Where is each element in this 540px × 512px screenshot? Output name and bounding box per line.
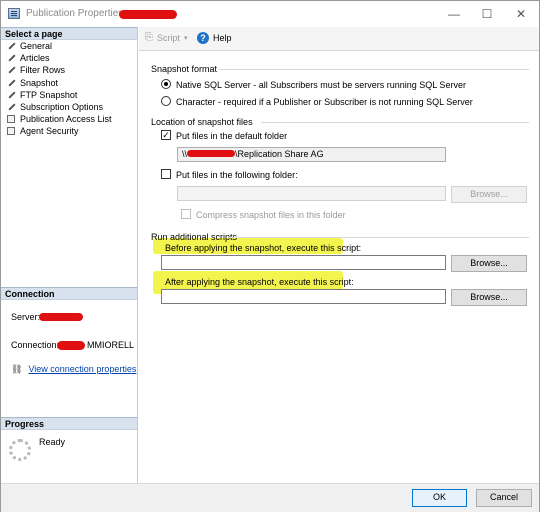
wrench-icon [7, 66, 15, 74]
ok-button[interactable]: OK [412, 489, 467, 507]
server-row: Server: [1, 310, 137, 324]
group-divider [219, 69, 529, 70]
character-format-radio[interactable] [161, 96, 171, 106]
character-format-label: Character - required if a Publisher or S… [176, 97, 473, 107]
sidebar-item-label: Subscription Options [20, 102, 104, 113]
sidebar-item-label: General [20, 41, 53, 52]
help-button[interactable]: ? Help [197, 32, 232, 44]
connection-value: MMIORELL [87, 340, 135, 350]
sidebar-item-label: Articles [20, 53, 50, 64]
title-bar[interactable]: Publication Properties — ☐ ✕ [1, 1, 539, 27]
publication-icon [8, 8, 20, 19]
sidebar-item-subscription-options[interactable]: Subscription Options [1, 101, 137, 113]
group-divider [229, 237, 529, 238]
progress-status: Ready [39, 437, 66, 447]
native-format-radio[interactable] [161, 79, 171, 89]
sidebar-item-label: Snapshot [20, 77, 59, 88]
before-browse-button[interactable]: Browse... [451, 255, 527, 272]
chevron-down-icon[interactable]: ▾ [184, 34, 188, 42]
compress-checkbox[interactable] [181, 209, 191, 219]
view-connection-row: ⛓ View connection properties [1, 362, 137, 376]
close-button[interactable]: ✕ [506, 5, 536, 23]
window-title: Publication Properties [26, 8, 124, 19]
sidebar-item-label: FTP Snapshot [20, 89, 78, 100]
page-list: General Articles Filter Rows Snapshot FT… [1, 40, 137, 138]
connection-header: Connection [1, 287, 137, 300]
connection-row: Connection: MMIORELL [1, 338, 137, 352]
following-folder-input[interactable] [177, 186, 446, 201]
sidebar-item-label: Agent Security [20, 126, 79, 137]
browse-folder-button[interactable]: Browse... [451, 186, 527, 203]
dialog-footer: OK Cancel [1, 483, 539, 512]
redaction-mark [39, 313, 83, 321]
progress-header: Progress [1, 417, 137, 430]
toolbar: ⎘ Script ▾ ? Help [139, 27, 539, 51]
wrench-icon [7, 91, 15, 99]
help-icon: ? [197, 32, 209, 44]
snapshot-page-content: Snapshot format Native SQL Server - all … [139, 52, 539, 485]
sidebar-item-ftp-snapshot[interactable]: FTP Snapshot [1, 89, 137, 101]
connection-properties-icon: ⛓ [11, 364, 23, 374]
default-folder-path: \\ \Replication Share AG [177, 147, 446, 162]
default-folder-checkbox[interactable]: ✓ [161, 130, 171, 140]
sidebar-item-general[interactable]: General [1, 40, 137, 52]
wrench-icon [7, 103, 15, 111]
minimize-button[interactable]: — [439, 5, 469, 23]
sidebar-item-filter-rows[interactable]: Filter Rows [1, 64, 137, 76]
after-script-label: After applying the snapshot, execute thi… [165, 277, 354, 287]
wrench-icon [7, 79, 15, 87]
redaction-mark [187, 150, 236, 157]
sidebar-item-snapshot[interactable]: Snapshot [1, 77, 137, 89]
server-label: Server: [11, 312, 41, 322]
sidebar-item-publication-access-list[interactable]: Publication Access List [1, 113, 137, 125]
native-format-label: Native SQL Server - all Subscribers must… [176, 80, 466, 90]
sidebar-item-agent-security[interactable]: Agent Security [1, 125, 137, 137]
cancel-button[interactable]: Cancel [476, 489, 532, 507]
redaction-mark [119, 10, 177, 19]
sidebar-item-label: Publication Access List [20, 114, 112, 125]
before-script-input[interactable] [161, 255, 446, 270]
redaction-mark [57, 341, 85, 350]
sidebar-item-articles[interactable]: Articles [1, 52, 137, 64]
connection-label: Connection: [11, 340, 60, 350]
wrench-icon [7, 42, 15, 50]
left-panel: Select a page General Articles Filter Ro… [1, 27, 138, 487]
select-page-header: Select a page [1, 27, 137, 40]
after-browse-button[interactable]: Browse... [451, 289, 527, 306]
maximize-button[interactable]: ☐ [472, 5, 502, 23]
view-connection-properties-link[interactable]: View connection properties [28, 362, 136, 376]
after-script-input[interactable] [161, 289, 446, 304]
publication-properties-window: Publication Properties — ☐ ✕ Select a pa… [0, 0, 540, 512]
location-group-label: Location of snapshot files [151, 117, 253, 127]
following-folder-checkbox[interactable] [161, 169, 171, 179]
group-divider [261, 122, 529, 123]
default-folder-path-suffix: \Replication Share AG [235, 149, 324, 159]
compress-label: Compress snapshot files in this folder [196, 210, 346, 220]
wrench-icon [7, 54, 15, 62]
page-icon [7, 127, 15, 136]
help-label: Help [213, 33, 232, 43]
before-script-label: Before applying the snapshot, execute th… [165, 243, 362, 253]
default-folder-label: Put files in the default folder [176, 131, 288, 141]
run-scripts-group-label: Run additional scripts [151, 232, 238, 242]
page-icon [7, 115, 15, 124]
progress-spinner-icon [9, 439, 31, 461]
connection-section: Connection Server: Connection: MMIORELL … [1, 287, 137, 376]
snapshot-format-group-label: Snapshot format [151, 64, 218, 74]
sidebar-item-label: Filter Rows [20, 65, 66, 76]
script-icon: ⎘ [145, 32, 153, 43]
script-button[interactable]: ⎘ Script ▾ [145, 32, 188, 43]
script-label: Script [157, 32, 181, 43]
following-folder-label: Put files in the following folder: [176, 170, 298, 180]
progress-section: Progress Ready [1, 417, 137, 461]
